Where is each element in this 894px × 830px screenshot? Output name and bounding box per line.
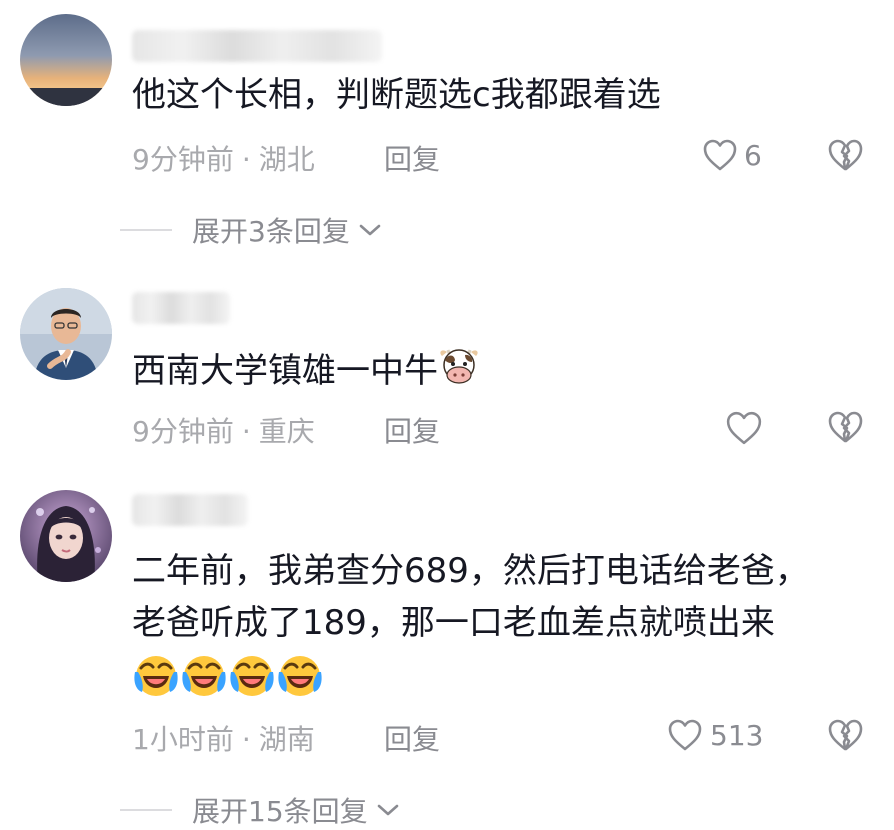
heart-outline-icon (668, 719, 702, 751)
separator-dot: · (241, 143, 251, 176)
broken-heart-icon (828, 139, 863, 171)
expand-replies-label: 展开3条回复 (192, 215, 350, 248)
username-blurred[interactable] (132, 30, 382, 62)
expand-replies-label: 展开15条回复 (192, 795, 368, 828)
dislike-button[interactable] (826, 410, 864, 448)
comment-time: 9分钟前 (132, 415, 234, 448)
laughing-crying-emoji (180, 652, 228, 711)
comment-text: 他这个长相，判断题选c我都跟着选 (132, 75, 661, 115)
broken-heart-icon (828, 411, 863, 443)
comment-emoji-row (132, 652, 324, 711)
reply-button[interactable]: 回复 (384, 718, 440, 758)
comment-meta: 9分钟前 · 湖北 (132, 138, 315, 178)
expand-replies[interactable]: 展开15条回复 (120, 790, 400, 830)
dislike-button[interactable] (826, 718, 864, 756)
like-count: 6 (744, 138, 762, 172)
like-button[interactable]: 513 (666, 718, 763, 752)
divider-line (120, 809, 172, 811)
comment-location: 湖南 (258, 723, 315, 756)
avatar[interactable] (20, 14, 112, 106)
laughing-crying-emoji (228, 652, 276, 711)
reply-button[interactable]: 回复 (384, 138, 440, 178)
comment-meta: 1小时前 · 湖南 (132, 718, 315, 758)
laughing-crying-emoji (132, 652, 180, 711)
comment-location: 重庆 (258, 415, 315, 448)
broken-heart-icon (828, 719, 863, 751)
cow-face-emoji (438, 346, 480, 399)
reply-button[interactable]: 回复 (384, 410, 440, 450)
username-blurred[interactable] (132, 292, 230, 324)
expand-replies[interactable]: 展开3条回复 (120, 210, 382, 250)
username-blurred[interactable] (132, 494, 248, 526)
avatar[interactable] (20, 490, 112, 582)
like-count: 513 (710, 718, 764, 752)
comment-text-line-1: 二年前，我弟查分689，然后打电话给老爸， (132, 551, 809, 591)
separator-dot: · (241, 415, 251, 448)
comment-text-content: 西南大学镇雄一中牛 (132, 351, 438, 391)
chevron-down-icon (359, 224, 381, 236)
heart-outline-icon (726, 411, 762, 445)
comment-time: 9分钟前 (132, 143, 234, 176)
dislike-button[interactable] (826, 138, 864, 176)
laughing-crying-emoji (276, 652, 324, 711)
like-button[interactable] (724, 410, 770, 446)
separator-dot: · (241, 723, 251, 756)
comment-meta: 9分钟前 · 重庆 (132, 410, 315, 450)
heart-outline-icon (703, 139, 737, 171)
like-button[interactable]: 6 (702, 138, 762, 172)
divider-line (120, 229, 172, 231)
comment-text-line-2: 老爸听成了189，那一口老血差点就喷出来 (132, 603, 775, 643)
comment-time: 1小时前 (132, 723, 234, 756)
avatar[interactable] (20, 288, 112, 380)
chevron-down-icon (377, 804, 398, 816)
comment-text: 西南大学镇雄一中牛 (132, 346, 480, 399)
comment-location: 湖北 (258, 143, 315, 176)
